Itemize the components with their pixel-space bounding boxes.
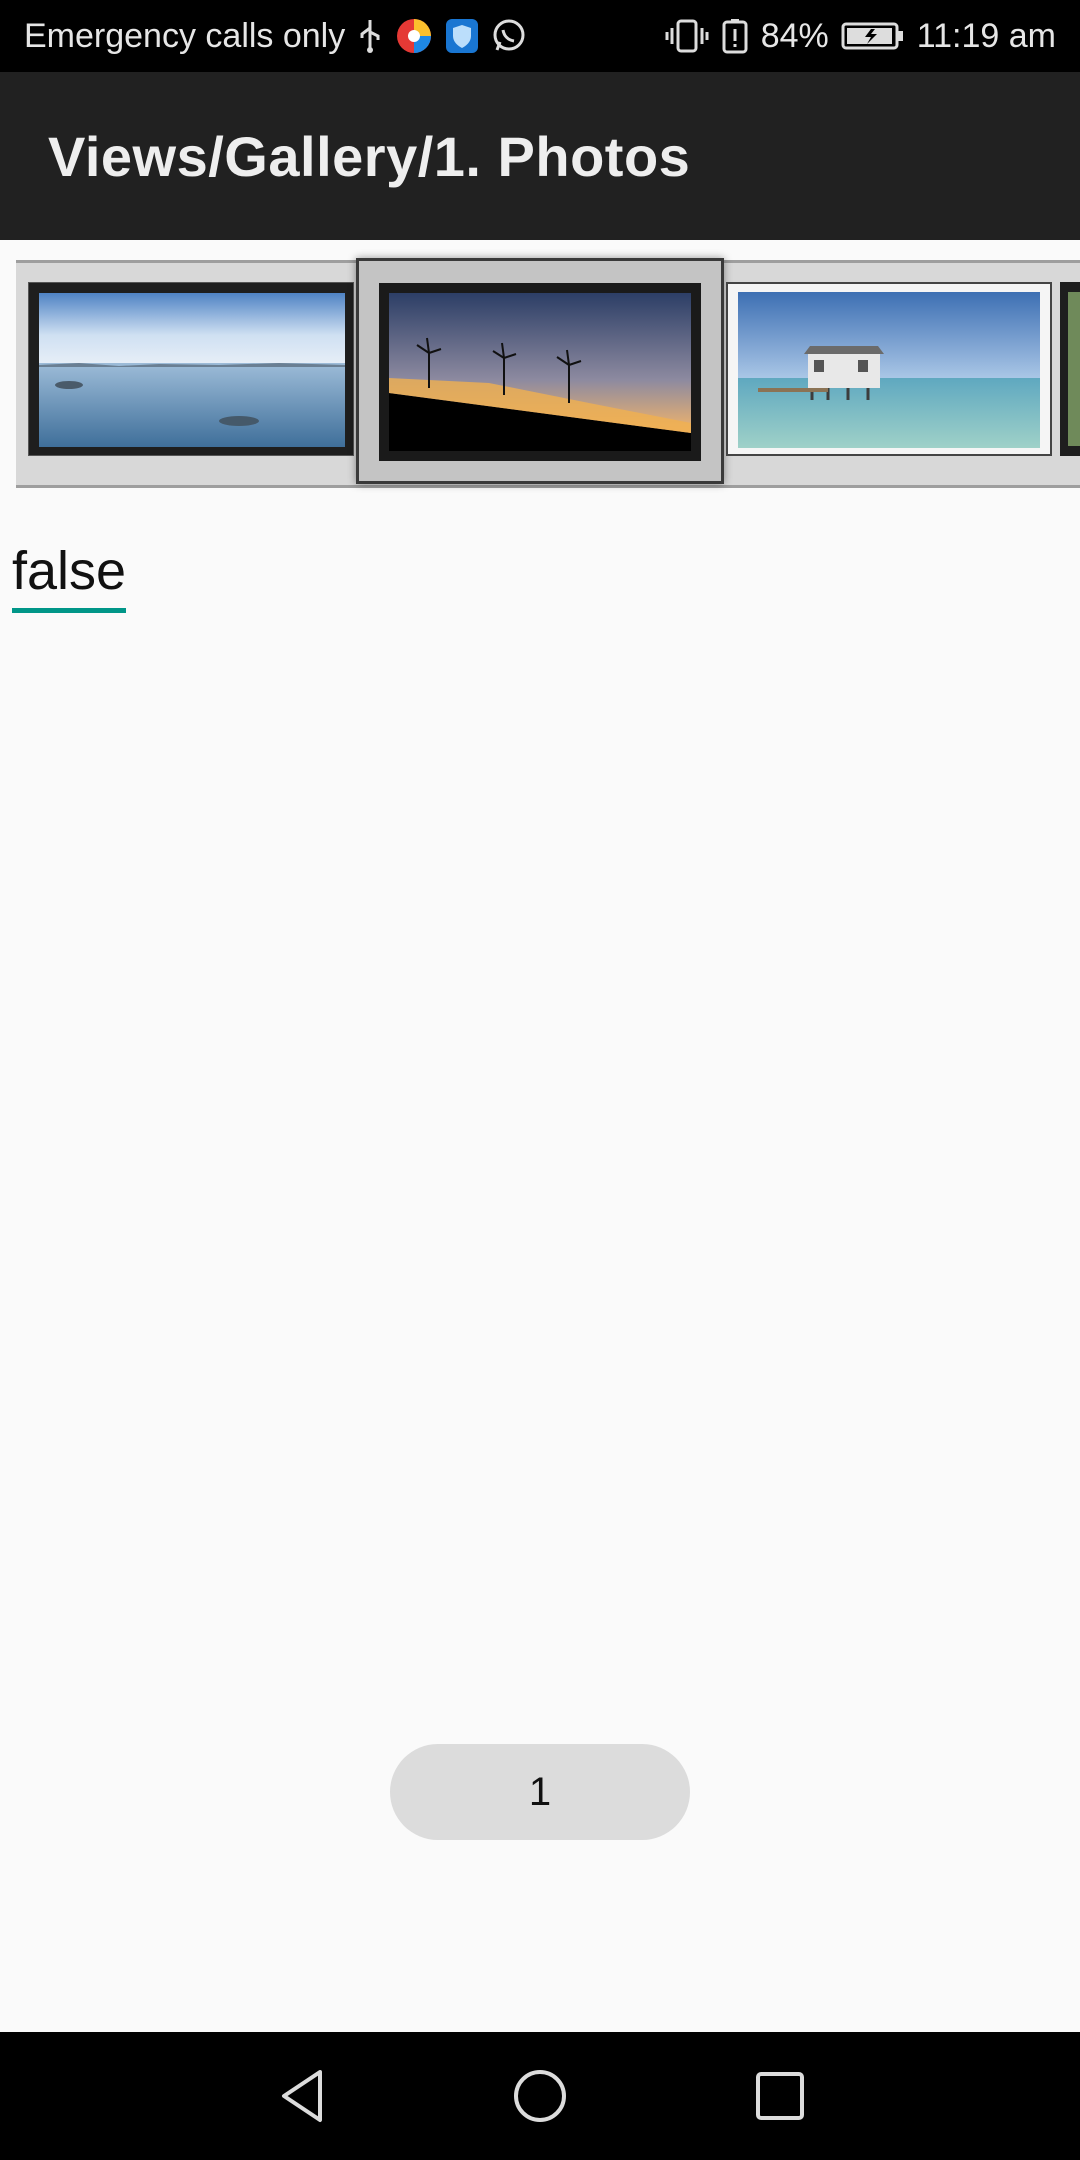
windmills-sunset-photo [389,293,691,451]
app-bar: Views/Gallery/1. Photos [0,72,1080,240]
status-bar: Emergency calls only 84% 11:19 am [0,0,1080,72]
lake-photo [39,293,345,447]
edit-text-field[interactable]: false [12,540,127,613]
home-button[interactable] [480,2032,600,2160]
battery-icon [841,21,905,51]
vibrate-icon [665,18,709,54]
whatsapp-icon [491,18,527,54]
battery-alert-icon [721,18,749,54]
count-button[interactable]: 1 [390,1744,690,1840]
gallery-item-lake[interactable] [28,282,354,456]
battery-percent: 84% [760,16,829,55]
back-button[interactable] [242,2032,362,2160]
carrier-text: Emergency calls only [24,16,346,55]
back-icon [282,2070,322,2122]
color-app-icon [395,17,433,55]
page-title: Views/Gallery/1. Photos [48,125,691,188]
home-icon [514,2070,566,2122]
recents-icon [756,2072,804,2120]
status-left: Emergency calls only [24,0,527,72]
navigation-bar [0,2032,1080,2160]
clock: 11:19 am [916,16,1056,55]
gallery-item-partial[interactable] [1060,282,1080,456]
shield-icon [445,18,479,54]
water-house-photo [738,292,1040,448]
recents-button[interactable] [720,2032,840,2160]
gallery-item-windmills[interactable] [356,258,724,484]
gallery-item-water-house[interactable] [726,282,1052,456]
status-right: 84% 11:19 am [665,0,1056,72]
photo-gallery[interactable] [0,240,1080,500]
usb-icon [357,18,383,54]
